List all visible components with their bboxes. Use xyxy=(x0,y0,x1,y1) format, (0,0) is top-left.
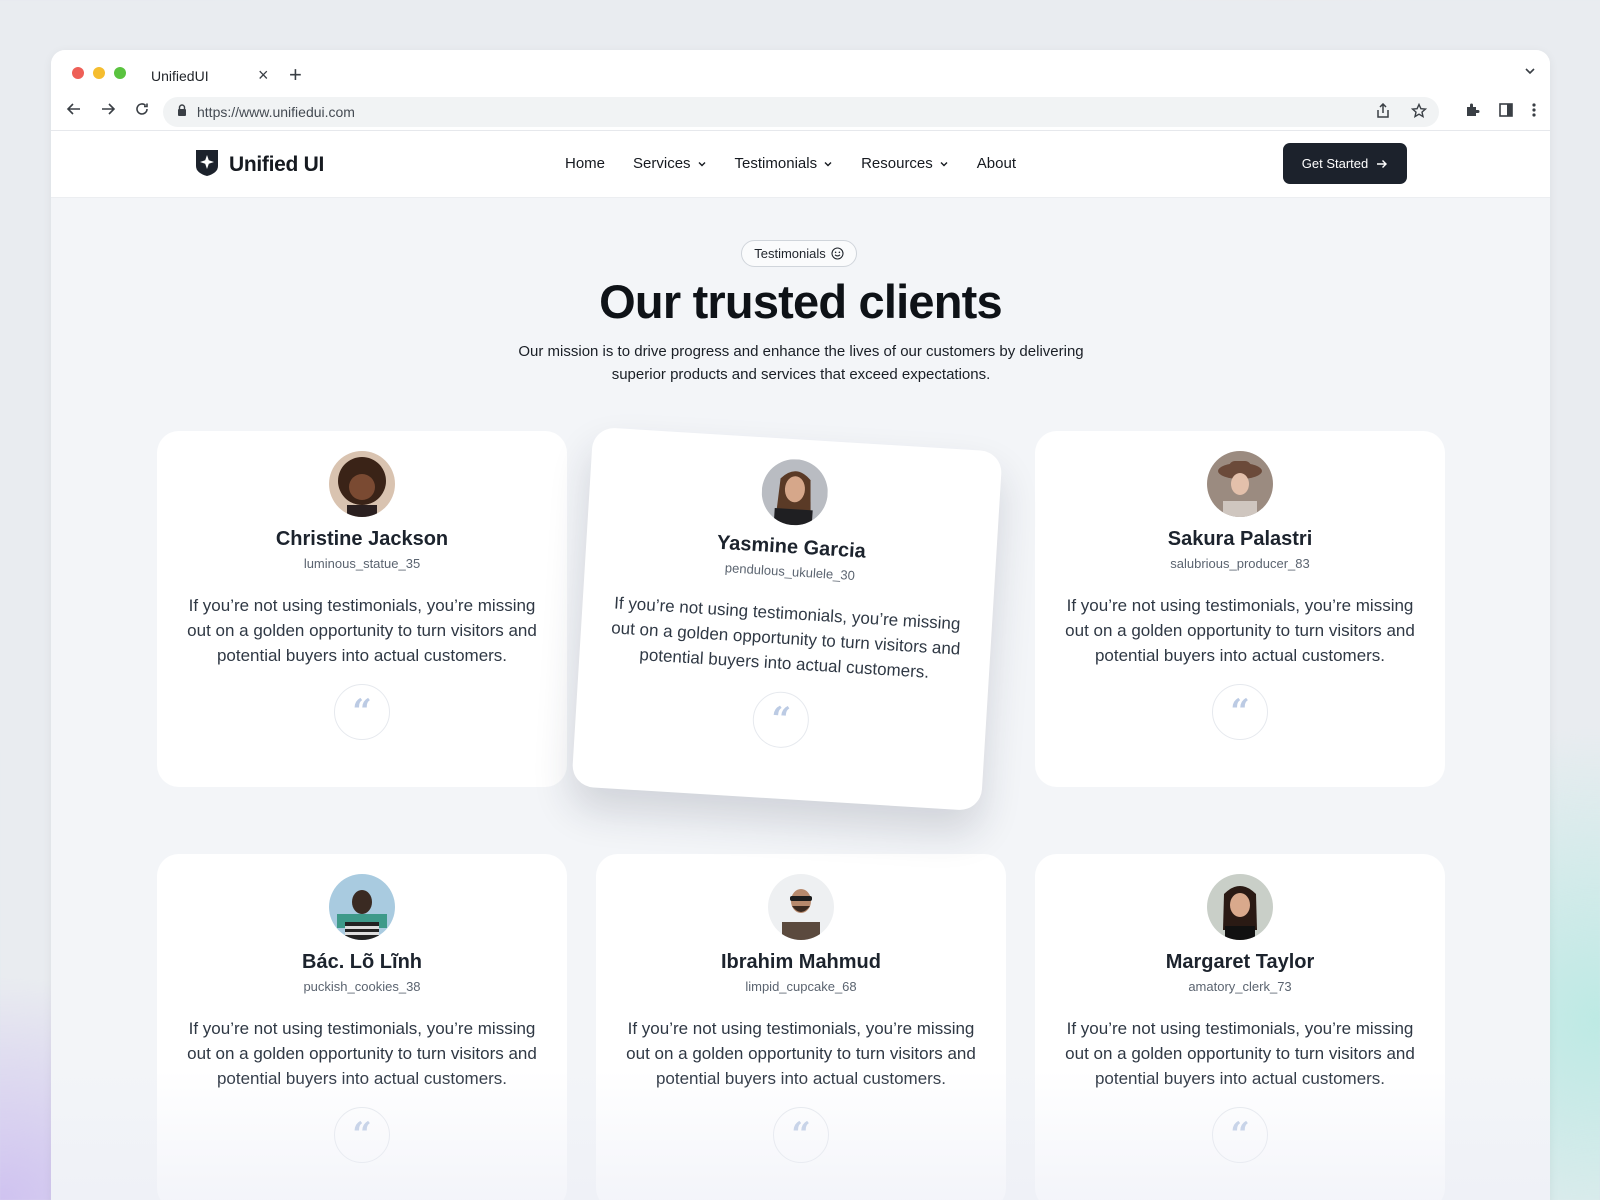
nav-testimonials[interactable]: Testimonials xyxy=(735,155,834,172)
client-handle: salubrious_producer_83 xyxy=(1170,556,1310,571)
nav-about[interactable]: About xyxy=(977,155,1016,172)
new-tab-icon[interactable]: + xyxy=(289,62,302,88)
avatar xyxy=(329,451,395,517)
testimonial-card: Sakura Palastri salubrious_producer_83 I… xyxy=(1035,431,1445,787)
page-title: Our trusted clients xyxy=(599,275,1002,328)
browser-chrome: UnifiedUI × + https://www.unifiedui.com xyxy=(51,50,1550,131)
lock-icon xyxy=(177,103,187,121)
logo-shield-icon xyxy=(193,147,221,182)
get-started-label: Get Started xyxy=(1301,156,1369,171)
site-header: Unified UI Home Services Testimonials Re… xyxy=(51,131,1550,198)
subtitle-line-1: Our mission is to drive progress and enh… xyxy=(518,343,1084,360)
nav-resources-label: Resources xyxy=(861,155,933,172)
chevron-down-icon xyxy=(940,161,948,166)
nav-services-label: Services xyxy=(633,155,691,172)
logo[interactable]: Unified UI xyxy=(193,147,324,182)
testimonial-text: If you’re not using testimonials, you’re… xyxy=(187,1019,537,1088)
testimonial-card: Bác. Lõ Lĩnh puckish_cookies_38 If you’r… xyxy=(157,854,567,1200)
smile-icon xyxy=(831,247,844,260)
star-icon[interactable] xyxy=(1410,102,1428,124)
chevron-down-icon xyxy=(698,161,706,166)
avatar xyxy=(768,874,834,940)
window-controls xyxy=(72,67,126,79)
client-name: Christine Jackson xyxy=(275,528,449,550)
testimonial-text: If you’re not using testimonials, you’re… xyxy=(626,1019,976,1088)
nav-services[interactable]: Services xyxy=(633,155,707,172)
page-subtitle: Our mission is to drive progress and enh… xyxy=(501,340,1101,386)
browser-window: UnifiedUI × + https://www.unifiedui.com xyxy=(51,50,1550,1200)
quote-icon: “ xyxy=(334,1107,390,1163)
avatar xyxy=(329,874,395,940)
logo-text: Unified UI xyxy=(229,152,324,176)
extensions-icon[interactable] xyxy=(1464,102,1480,123)
quote-icon: “ xyxy=(1212,1107,1268,1163)
testimonial-text: If you’re not using testimonials, you’re… xyxy=(1065,1019,1415,1088)
nav-testimonials-label: Testimonials xyxy=(734,155,818,172)
testimonial-card-featured: Yasmine Garcia pendulous_ukulele_30 If y… xyxy=(571,426,1003,812)
testimonial-text: If you’re not using testimonials, you’re… xyxy=(187,596,537,665)
testimonial-card: Margaret Taylor amatory_clerk_73 If you’… xyxy=(1035,854,1445,1200)
avatar xyxy=(759,457,830,528)
more-icon[interactable] xyxy=(1532,102,1536,123)
close-window-button[interactable] xyxy=(72,67,84,79)
tab-close-icon[interactable]: × xyxy=(258,65,269,86)
tab-list-chevron-icon[interactable] xyxy=(1524,64,1536,80)
quote-icon: “ xyxy=(751,690,811,750)
get-started-button[interactable]: Get Started xyxy=(1283,143,1407,184)
nav-resources[interactable]: Resources xyxy=(861,155,949,172)
address-bar[interactable]: https://www.unifiedui.com xyxy=(163,97,1439,127)
forward-icon[interactable] xyxy=(99,100,117,118)
section-badge: Testimonials xyxy=(741,240,857,267)
client-name: Bác. Lõ Lĩnh xyxy=(302,951,422,973)
tab-title[interactable]: UnifiedUI xyxy=(151,68,209,84)
quote-icon: “ xyxy=(773,1107,829,1163)
url-text[interactable]: https://www.unifiedui.com xyxy=(197,104,355,120)
quote-icon: “ xyxy=(1212,684,1268,740)
client-name: Margaret Taylor xyxy=(1165,951,1315,973)
testimonial-text: If you’re not using testimonials, you’re… xyxy=(1065,596,1415,665)
client-handle: puckish_cookies_38 xyxy=(303,979,421,994)
client-handle: amatory_clerk_73 xyxy=(1188,979,1292,994)
quote-icon: “ xyxy=(334,684,390,740)
maximize-window-button[interactable] xyxy=(114,67,126,79)
back-icon[interactable] xyxy=(65,100,83,118)
arrow-right-icon xyxy=(1377,159,1388,168)
avatar xyxy=(1207,874,1273,940)
sidepanel-icon[interactable] xyxy=(1498,102,1514,123)
testimonial-text: If you’re not using testimonials, you’re… xyxy=(610,593,961,682)
client-name: Sakura Palastri xyxy=(1167,528,1313,550)
subtitle-line-2: superior products and services that exce… xyxy=(611,366,991,383)
nav-home[interactable]: Home xyxy=(565,155,605,172)
reload-icon[interactable] xyxy=(133,100,151,118)
chevron-down-icon xyxy=(824,161,832,166)
main-nav: Home Services Testimonials Resources Abo… xyxy=(565,155,1016,172)
avatar xyxy=(1207,451,1273,517)
client-name: Ibrahim Mahmud xyxy=(720,951,881,973)
section-badge-label: Testimonials xyxy=(754,246,826,261)
minimize-window-button[interactable] xyxy=(93,67,105,79)
client-handle: luminous_statue_35 xyxy=(303,556,421,571)
share-icon[interactable] xyxy=(1375,102,1391,124)
testimonial-card: Christine Jackson luminous_statue_35 If … xyxy=(157,431,567,787)
nav-home-label: Home xyxy=(565,155,606,172)
testimonial-card: Ibrahim Mahmud limpid_cupcake_68 If you’… xyxy=(596,854,1006,1200)
client-handle: limpid_cupcake_68 xyxy=(745,979,857,994)
nav-about-label: About xyxy=(976,155,1016,172)
